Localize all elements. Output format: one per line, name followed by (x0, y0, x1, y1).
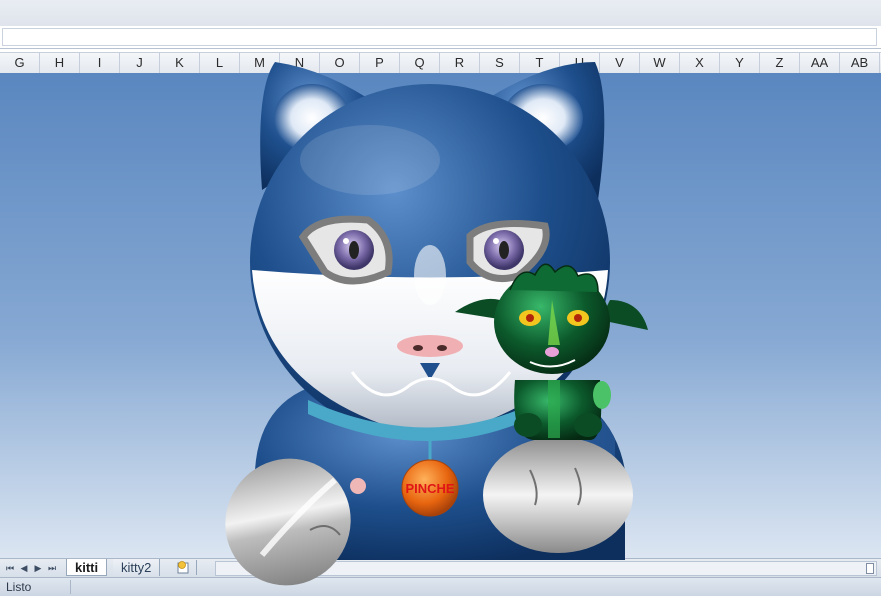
medallion-label: PINCHE (405, 481, 454, 496)
cat-artwork[interactable]: PINCHE (0, 0, 881, 595)
medallion[interactable]: PINCHE (401, 459, 459, 517)
cat-button (350, 478, 366, 494)
cat-paw-right (483, 437, 633, 553)
